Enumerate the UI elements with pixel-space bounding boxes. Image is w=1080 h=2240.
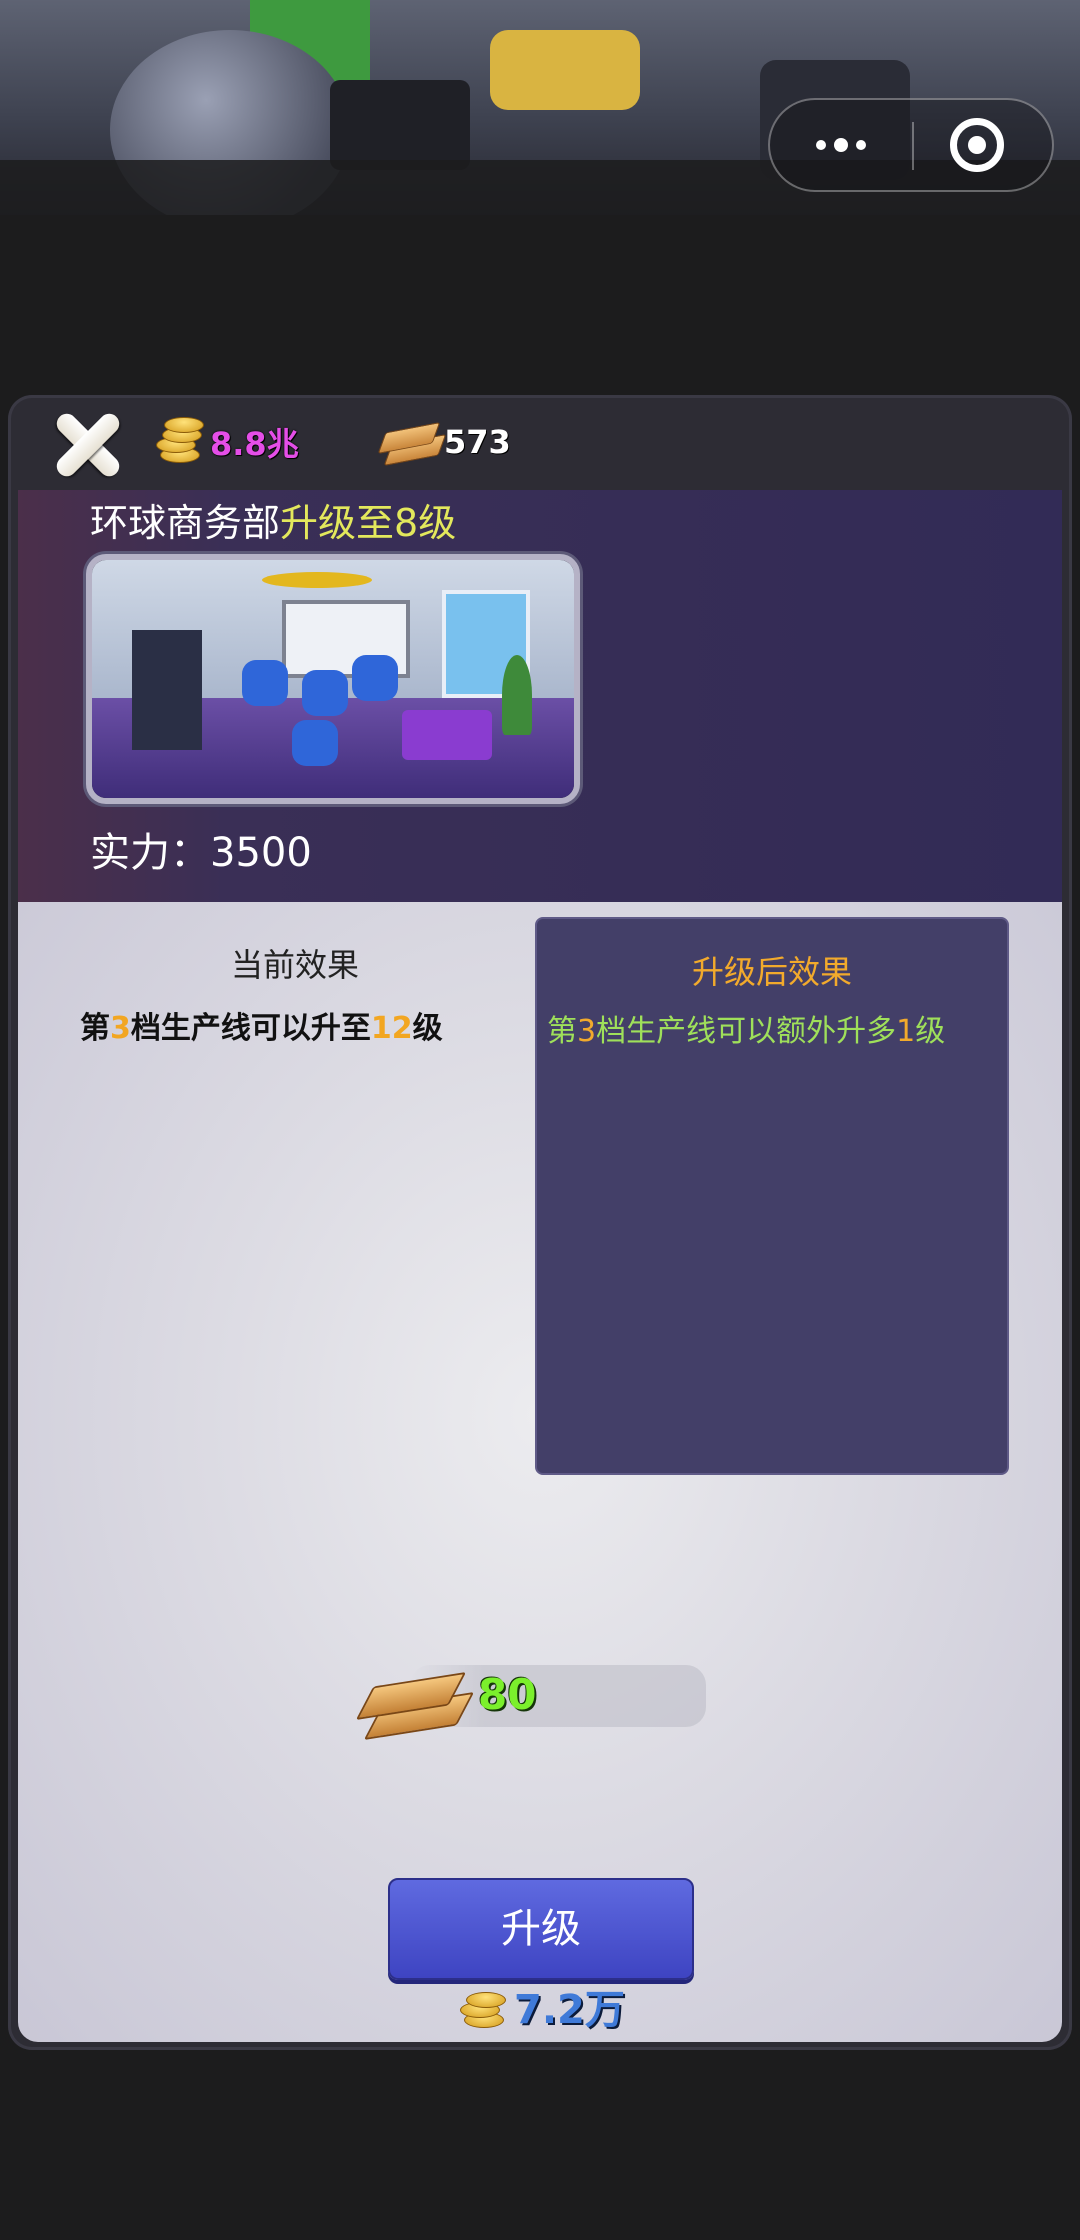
gold-resource: 8.8兆	[146, 417, 299, 467]
wood-plank-icon	[376, 419, 447, 466]
gold-coin-icon	[146, 417, 204, 467]
after-effect-box: 升级后效果 第3档生产线可以额外升多1级	[535, 917, 1009, 1475]
gold-cost-value: 7.2万	[514, 1987, 625, 2033]
wood-amount: 573	[444, 423, 511, 461]
gold-cost: 7.2万	[452, 1976, 625, 2036]
close-icon[interactable]	[52, 407, 124, 479]
building-image	[86, 554, 580, 804]
building-name: 环球商务部	[90, 501, 281, 545]
resource-bar: 8.8兆 573	[8, 395, 1072, 490]
power-row: 实力：3500	[90, 820, 312, 878]
more-icon[interactable]	[770, 100, 912, 190]
wood-cost: 80	[478, 1670, 537, 1719]
building-title: 环球商务部升级至8级	[90, 492, 456, 547]
gold-coin-icon	[452, 1982, 508, 2030]
upgrade-target: 升级至8级	[280, 501, 457, 545]
power-label: 实力：	[90, 830, 210, 876]
upgrade-button[interactable]: 升级	[388, 1878, 694, 1980]
gold-amount: 8.8兆	[210, 425, 299, 463]
capsule-menu	[768, 98, 1054, 192]
wood-resource: 573	[376, 417, 511, 467]
after-effect-text: 第3档生产线可以额外升多1级	[547, 1014, 946, 1049]
power-value: 3500	[210, 830, 312, 876]
current-effect-title: 当前效果	[230, 946, 359, 984]
wood-plank-icon	[355, 1655, 475, 1741]
after-effect-title: 升级后效果	[691, 953, 852, 991]
current-effect-text: 第3档生产线可以升至12级	[80, 1011, 443, 1046]
target-icon[interactable]	[950, 118, 1004, 172]
